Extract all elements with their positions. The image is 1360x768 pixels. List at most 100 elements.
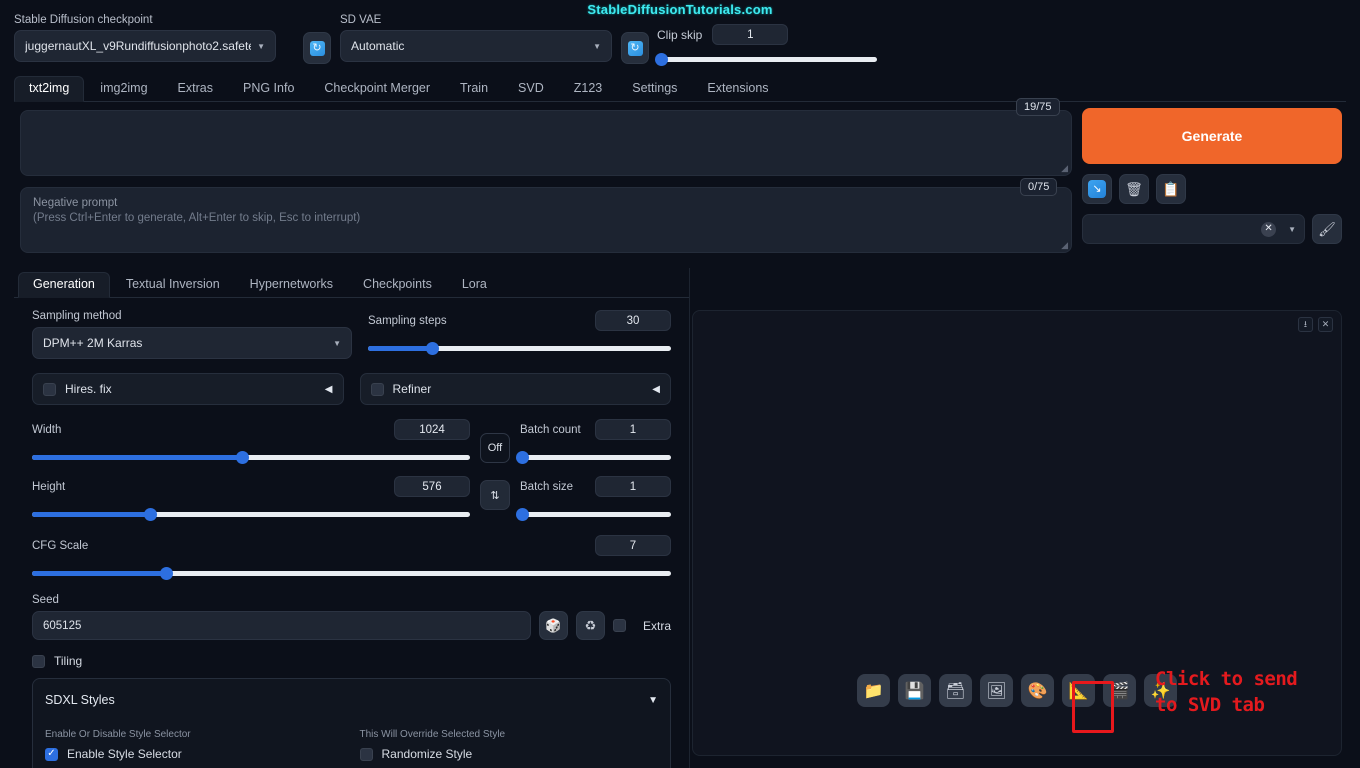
cfg-value[interactable]: 7 [595,535,671,556]
refiner-accordion[interactable]: Refiner ◀ [359,373,671,405]
main-tab-bar: txt2img img2img Extras PNG Info Checkpoint M… [14,74,1346,102]
sampling-steps-slider[interactable] [368,340,671,356]
dice-icon: 🎲 [545,617,562,633]
enable-style-selector-group: Enable Or Disable Style Selector ✓ Enabl… [45,729,344,761]
slider-fill [32,571,167,576]
tab-svd[interactable]: SVD [504,77,558,101]
save-zip-button[interactable]: 🗃 [939,674,972,707]
height-slider[interactable] [32,506,470,522]
batch-size-value[interactable]: 1 [595,476,671,497]
seed-input[interactable]: 605125 [32,611,531,640]
width-label: Width [32,423,62,436]
slider-knob[interactable] [160,567,174,580]
reuse-seed-button[interactable]: ♻ [575,611,605,640]
batch-size-slider[interactable] [515,506,671,522]
slider-knob[interactable] [515,451,529,464]
sdxl-styles-header[interactable]: SDXL Styles ▼ [45,689,658,711]
tab-z123[interactable]: Z123 [560,77,617,101]
tab-png-info[interactable]: PNG Info [229,77,308,101]
hires-off-button[interactable]: Off [480,433,510,463]
slider-knob[interactable] [425,342,439,355]
slider-knob[interactable] [515,508,529,521]
hires-fix-checkbox[interactable] [43,382,56,396]
refiner-checkbox[interactable] [370,382,384,396]
subtab-generation[interactable]: Generation [18,272,110,298]
tab-extensions[interactable]: Extensions [693,77,782,101]
prompt-input[interactable]: ◢ [20,110,1072,176]
subtab-checkpoints[interactable]: Checkpoints [349,273,446,297]
negative-prompt-input[interactable]: Negative prompt (Press Ctrl+Enter to gen… [20,187,1072,253]
send-to-inpaint-icon: 🎨 [1027,682,1048,700]
checkpoint-refresh-button[interactable]: ↻ [303,32,331,64]
download-button[interactable]: ⭳ [1298,317,1313,332]
save-button[interactable]: 💾 [898,674,931,707]
close-output-button[interactable]: ✕ [1318,317,1333,332]
send-to-svd-button[interactable]: 🎬 [1103,674,1136,707]
hires-fix-accordion[interactable]: Hires. fix ◀ [32,373,344,405]
cfg-slider[interactable] [32,565,671,581]
chevron-down-icon[interactable]: ▼ [648,695,658,706]
tab-extras[interactable]: Extras [164,77,227,101]
resize-grip-icon[interactable]: ◢ [1058,163,1068,173]
send-to-svd-icon: 🎬 [1109,682,1130,700]
random-seed-button[interactable]: 🎲 [538,611,568,640]
vae-refresh-button[interactable]: ↻ [621,32,649,64]
dimension-tools: Off ⇅ [480,419,510,522]
vae-dropdown[interactable]: Automatic ▼ [340,30,612,62]
refresh-icon: ↻ [309,40,325,56]
tab-train[interactable]: Train [446,77,502,101]
batch-count-slider[interactable] [515,449,671,465]
folder-button[interactable]: 📁 [857,674,890,707]
clip-skip-value[interactable]: 1 [712,24,789,45]
arrow-paste-button[interactable]: ↘ [1082,174,1112,204]
chevron-down-icon[interactable]: ▼ [1288,225,1296,234]
slider-knob[interactable] [655,53,669,66]
extra-seed-checkbox[interactable] [612,619,626,632]
tiling-label: Tiling [54,654,83,668]
send-to-inpaint-button[interactable]: 🎨 [1021,674,1054,707]
annotation-line-1: Click to send [1155,668,1298,690]
width-value[interactable]: 1024 [394,419,470,440]
prompt-area: ◢ Negative prompt (Press Ctrl+Enter to g… [20,110,1072,253]
height-value[interactable]: 576 [394,476,470,497]
tab-settings[interactable]: Settings [618,77,691,101]
slider-knob[interactable] [236,451,250,464]
enable-style-selector-checkbox[interactable]: ✓ [45,747,58,761]
tiling-checkbox[interactable] [32,654,45,668]
output-frame-tools: ⭳ ✕ [1298,317,1333,332]
sampling-method-dropdown[interactable]: DPM++ 2M Karras ▼ [32,327,352,359]
subtab-textual-inversion[interactable]: Textual Inversion [112,273,234,297]
randomize-style-row[interactable]: Randomize Style [359,747,659,761]
width-slider[interactable] [32,449,470,465]
clip-skip-slider[interactable] [655,51,877,67]
enable-style-selector-row[interactable]: ✓ Enable Style Selector [45,747,344,761]
arrow-paste-icon: ↘ [1088,180,1106,198]
sampling-steps-label: Sampling steps [368,314,447,327]
tab-txt2img[interactable]: txt2img [14,76,85,102]
hires-fix-label: Hires. fix [65,382,112,396]
checkpoint-dropdown[interactable]: juggernautXL_v9Rundiffusionphoto2.safete… [14,30,276,62]
tiling-row[interactable]: Tiling [32,654,671,668]
randomize-style-checkbox[interactable] [359,747,373,761]
tab-checkpoint-merger[interactable]: Checkpoint Merger [310,77,444,101]
sampling-method-value: DPM++ 2M Karras [43,336,143,350]
styles-dropdown[interactable]: ✕ ▼ [1082,214,1305,244]
edit-styles-button[interactable]: 🖌 [1312,214,1342,244]
slider-knob[interactable] [144,508,158,521]
send-to-extras-button[interactable]: 📐 [1062,674,1095,707]
height-label: Height [32,480,66,493]
clear-prompt-button[interactable]: 🗑 [1119,174,1149,204]
send-to-img2img-button[interactable]: 🖼 [980,674,1013,707]
close-icon[interactable]: ✕ [1261,221,1277,237]
subtab-lora[interactable]: Lora [448,273,501,297]
vae-label: SD VAE [340,14,382,26]
tab-img2img[interactable]: img2img [86,77,161,101]
settings-tab-bar: Generation Textual Inversion Hypernetworks… [14,268,689,298]
swap-dimensions-button[interactable]: ⇅ [480,480,510,510]
apply-style-button[interactable]: 📋 [1156,174,1186,204]
batch-count-value[interactable]: 1 [595,419,671,440]
generate-button[interactable]: Generate [1082,108,1342,164]
resize-grip-icon[interactable]: ◢ [1058,240,1068,250]
sampling-steps-value[interactable]: 30 [595,310,671,331]
subtab-hypernetworks[interactable]: Hypernetworks [236,273,347,297]
